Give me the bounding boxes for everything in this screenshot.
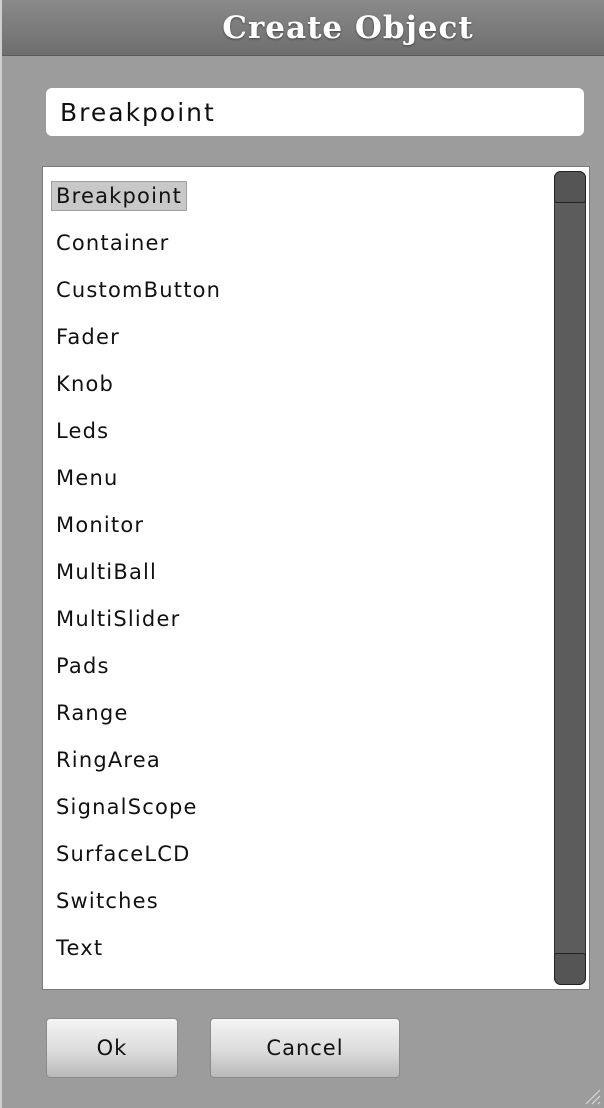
- list-item[interactable]: SurfaceLCD: [51, 831, 551, 878]
- scroll-up-button[interactable]: [554, 171, 586, 203]
- list-item[interactable]: Text: [51, 925, 551, 972]
- list-item-label: MultiBall: [56, 560, 158, 584]
- list-item[interactable]: Container: [51, 220, 551, 267]
- object-name-input[interactable]: [46, 88, 584, 136]
- list-item-label: Container: [56, 231, 170, 255]
- list-item[interactable]: MultiBall: [51, 549, 551, 596]
- list-item-label: Text: [56, 936, 104, 960]
- list-item[interactable]: MultiSlider: [51, 596, 551, 643]
- list-item[interactable]: RingArea: [51, 737, 551, 784]
- resize-grip-icon[interactable]: [580, 1084, 602, 1106]
- list-item-label: SurfaceLCD: [56, 842, 191, 866]
- title-bar[interactable]: Create Object: [2, 0, 604, 56]
- list-item-label: CustomButton: [56, 278, 222, 302]
- list-item-label: SignalScope: [56, 795, 198, 819]
- list-item-label: Pads: [56, 654, 110, 678]
- list-item-label: RingArea: [56, 748, 161, 772]
- scroll-down-button[interactable]: [554, 953, 586, 985]
- list-item-label: Knob: [56, 372, 115, 396]
- list-item[interactable]: Range: [51, 690, 551, 737]
- cancel-button[interactable]: Cancel: [210, 1018, 400, 1078]
- list-item-label: Switches: [56, 889, 159, 913]
- list-scrollbar[interactable]: [554, 171, 586, 985]
- list-item-label: Leds: [56, 419, 110, 443]
- list-item[interactable]: Monitor: [51, 502, 551, 549]
- create-object-dialog: Create Object Breakpoint Container CustomB…: [0, 0, 604, 1108]
- list-item-label: Range: [56, 701, 129, 725]
- list-item[interactable]: Breakpoint: [51, 173, 551, 220]
- list-item[interactable]: Knob: [51, 361, 551, 408]
- list-item[interactable]: Leds: [51, 408, 551, 455]
- list-item[interactable]: CustomButton: [51, 267, 551, 314]
- list-item[interactable]: Menu: [51, 455, 551, 502]
- list-item-label: Fader: [56, 325, 120, 349]
- list-item-label: Menu: [56, 466, 119, 490]
- ok-button[interactable]: Ok: [46, 1018, 178, 1078]
- list-item[interactable]: Switches: [51, 878, 551, 925]
- list-item-label: Breakpoint: [51, 181, 188, 211]
- object-type-list-items: Breakpoint Container CustomButton Fader Knob…: [51, 173, 551, 972]
- list-item[interactable]: Fader: [51, 314, 551, 361]
- dialog-title: Create Object: [222, 10, 474, 46]
- object-type-list: Breakpoint Container CustomButton Fader Knob…: [42, 166, 590, 990]
- list-item[interactable]: SignalScope: [51, 784, 551, 831]
- list-item[interactable]: Pads: [51, 643, 551, 690]
- list-item-label: MultiSlider: [56, 607, 181, 631]
- list-item-label: Monitor: [56, 513, 145, 537]
